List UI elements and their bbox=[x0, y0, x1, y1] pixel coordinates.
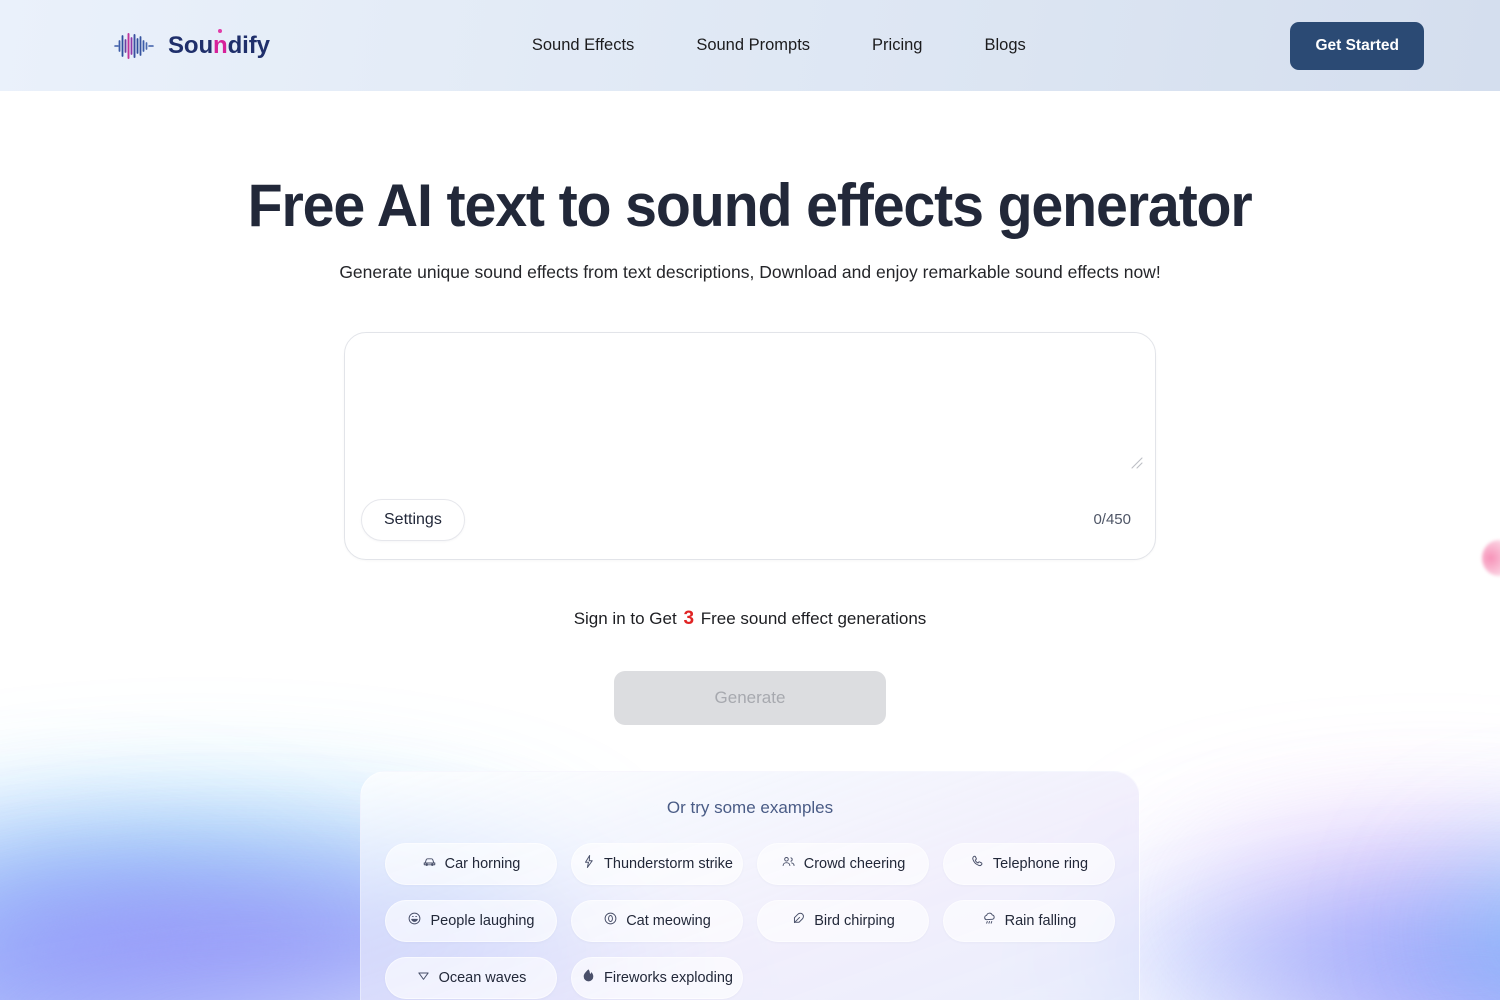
example-chip-label: Rain falling bbox=[1004, 912, 1077, 929]
example-chip-cat-meowing[interactable]: Cat meowing bbox=[571, 899, 743, 942]
example-chip-thunderstorm-strike[interactable]: Thunderstorm strike bbox=[571, 842, 743, 885]
examples-title: Or try some examples bbox=[666, 797, 834, 817]
audio-waveform-icon bbox=[113, 32, 155, 60]
page-subtitle: Generate unique sound effects from text … bbox=[339, 261, 1161, 282]
brand-logo[interactable]: Soundify bbox=[113, 32, 270, 60]
example-chip-label: Telephone ring bbox=[992, 855, 1089, 872]
prompt-footer: Settings 0/450 bbox=[345, 481, 1155, 559]
nav-sound-prompts[interactable]: Sound Prompts bbox=[696, 30, 810, 61]
signin-note: Sign in to Get 3 Free sound effect gener… bbox=[574, 608, 927, 630]
example-chip-people-laughing[interactable]: People laughing bbox=[385, 899, 557, 942]
brand-name-part2: dify bbox=[227, 31, 270, 59]
nav-pricing[interactable]: Pricing bbox=[872, 30, 922, 61]
prompt-input[interactable] bbox=[345, 332, 1155, 483]
car-icon bbox=[422, 854, 437, 873]
triangle-down-icon bbox=[416, 968, 431, 987]
circle-target-icon bbox=[603, 911, 618, 930]
smiley-face-icon bbox=[407, 911, 422, 930]
get-started-button[interactable]: Get Started bbox=[1290, 21, 1424, 70]
cloud-rain-icon bbox=[982, 911, 997, 930]
free-generation-count: 3 bbox=[683, 607, 695, 629]
resize-grip-icon[interactable] bbox=[1129, 455, 1143, 469]
example-chip-label: Bird chirping bbox=[814, 912, 895, 929]
brand-name: Soundify bbox=[168, 32, 270, 60]
example-chip-label: Cat meowing bbox=[626, 912, 711, 929]
main-content: Free AI text to sound effects generator … bbox=[0, 91, 1500, 1000]
phone-icon bbox=[970, 854, 985, 873]
character-counter: 0/450 bbox=[1093, 511, 1131, 529]
people-group-icon bbox=[781, 854, 796, 873]
page-title: Free AI text to sound effects generator bbox=[248, 172, 1253, 239]
example-chip-rain-falling[interactable]: Rain falling bbox=[943, 899, 1115, 942]
feather-icon bbox=[791, 911, 806, 930]
prompt-card: Settings 0/450 bbox=[344, 331, 1156, 560]
brand-name-part1: Sou bbox=[168, 31, 214, 59]
example-chip-telephone-ring[interactable]: Telephone ring bbox=[943, 842, 1115, 885]
example-chip-grid: Car horning Thunderstorm strike Crowd ch… bbox=[385, 842, 1115, 999]
example-chip-label: Car horning bbox=[444, 855, 521, 872]
nav-blogs[interactable]: Blogs bbox=[984, 30, 1025, 61]
nav-sound-effects[interactable]: Sound Effects bbox=[532, 30, 634, 61]
signin-note-suffix: Free sound effect generations bbox=[700, 608, 927, 628]
generate-button[interactable]: Generate bbox=[614, 670, 886, 725]
example-chip-label: Thunderstorm strike bbox=[604, 855, 733, 872]
example-chip-label: Crowd cheering bbox=[803, 855, 906, 872]
brand-name-accent: n bbox=[213, 31, 228, 59]
flame-icon bbox=[581, 968, 596, 987]
example-chip-bird-chirping[interactable]: Bird chirping bbox=[757, 899, 929, 942]
example-chip-label: People laughing bbox=[430, 912, 535, 929]
lightning-bolt-icon bbox=[581, 854, 596, 873]
examples-panel: Or try some examples Car horning Thunder… bbox=[360, 770, 1140, 1000]
example-chip-ocean-waves[interactable]: Ocean waves bbox=[385, 956, 557, 999]
example-chip-label: Fireworks exploding bbox=[604, 969, 733, 986]
signin-note-prefix: Sign in to Get bbox=[573, 608, 677, 628]
settings-button[interactable]: Settings bbox=[361, 498, 465, 541]
example-chip-car-horning[interactable]: Car horning bbox=[385, 842, 557, 885]
example-chip-fireworks-exploding[interactable]: Fireworks exploding bbox=[571, 956, 743, 999]
example-chip-label: Ocean waves bbox=[438, 969, 527, 986]
example-chip-crowd-cheering[interactable]: Crowd cheering bbox=[757, 842, 929, 885]
main-nav: Sound Effects Sound Prompts Pricing Blog… bbox=[532, 30, 1026, 61]
site-header: Soundify Sound Effects Sound Prompts Pri… bbox=[0, 0, 1500, 91]
